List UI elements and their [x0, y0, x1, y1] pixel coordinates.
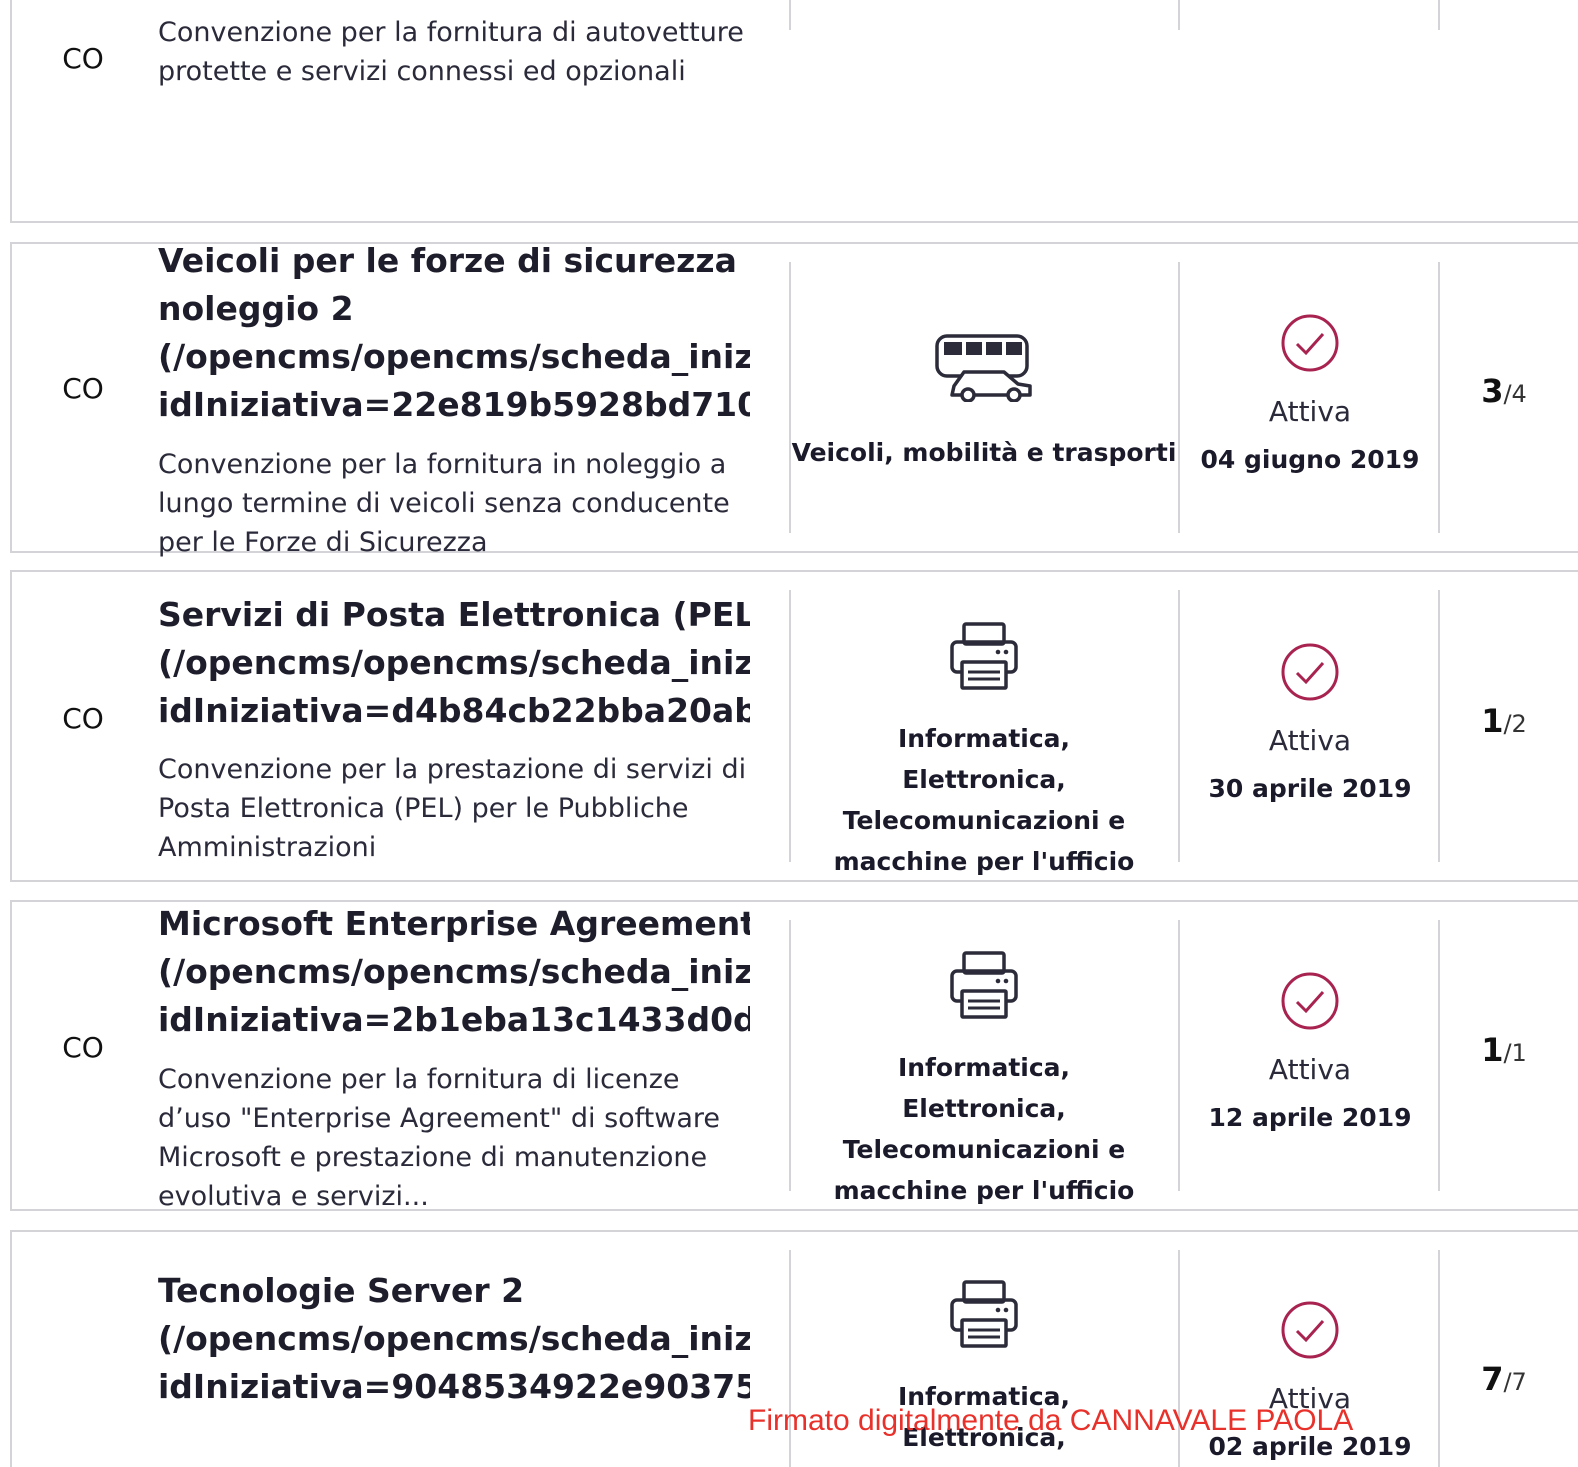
category-label: Veicoli, mobilità e trasporti	[791, 438, 1177, 467]
category-cell: Veicoli, mobilità e trasporti	[790, 332, 1178, 473]
title-line: Microsoft Enterprise Agreement 5	[158, 904, 750, 943]
bus-car-icon	[935, 334, 1032, 402]
lots-count: 7/7	[1440, 1360, 1568, 1398]
status-cell: Attiva 02 aprile 2019	[1180, 1299, 1440, 1467]
title-line: idIniziativa=22e819b5928bd710)	[158, 385, 750, 424]
title-line: idIniziativa=9048534922e90375)	[158, 1367, 750, 1406]
column-divider	[789, 0, 791, 30]
category-cell: Informatica, Elettronica, Telecomunicazi…	[790, 620, 1178, 882]
title-line: (/opencms/opencms/scheda_iniziativa?	[158, 952, 750, 991]
lots-count: 3/4	[1440, 372, 1568, 410]
title-line: (/opencms/opencms/scheda_iniziativa?	[158, 643, 750, 682]
status-label: Attiva	[1268, 724, 1352, 757]
title-line: (/opencms/opencms/scheda_iniziativa?	[158, 337, 750, 376]
title-line: Tecnologie Server 2	[158, 1271, 525, 1310]
initiative-type: CO	[62, 42, 104, 75]
printer-icon	[950, 622, 1018, 690]
title-line: Veicoli per le forze di sicurezza in	[158, 241, 750, 280]
category-label: Informatica, Elettronica, Telecomunicazi…	[833, 724, 1135, 876]
check-circle-icon	[1281, 643, 1339, 701]
lots-count: 1/2	[1440, 702, 1568, 740]
column-divider	[1178, 0, 1180, 30]
check-circle-icon	[1281, 1301, 1339, 1359]
check-circle-icon	[1281, 314, 1339, 372]
initiative-description: Convenzione per la fornitura di licenze …	[158, 1064, 721, 1212]
lots-total: /4	[1503, 380, 1527, 408]
status-date: 04 giugno 2019	[1200, 445, 1420, 474]
title-line: (/opencms/opencms/scheda_iniziativa?	[158, 1319, 750, 1358]
title-line: idIniziativa=d4b84cb22bba20ab)	[158, 691, 750, 730]
initiative-description: Convenzione per la prestazione di serviz…	[158, 754, 747, 863]
status-label: Attiva	[1268, 1053, 1352, 1086]
initiative-description: Convenzione per la fornitura di autovett…	[158, 17, 744, 87]
printer-icon	[950, 1280, 1018, 1348]
initiative-description: Convenzione per la fornitura in noleggio…	[158, 449, 730, 558]
title-line: noleggio 2	[158, 289, 354, 328]
lots-active: 1	[1481, 702, 1504, 740]
title-line: Servizi di Posta Elettronica (PEL)	[158, 595, 750, 634]
check-circle-icon	[1281, 972, 1339, 1030]
status-cell: Attiva 12 aprile 2019	[1180, 970, 1440, 1138]
status-cell: Attiva 04 giugno 2019	[1180, 312, 1440, 480]
lots-total: /2	[1503, 710, 1527, 738]
lots-total: /1	[1503, 1039, 1527, 1067]
lots-count: 1/1	[1440, 1031, 1568, 1069]
lots-total: /7	[1503, 1368, 1527, 1396]
digital-signature-stamp: Firmato digitalmente da CANNAVALE PAOLA	[748, 1404, 1354, 1437]
printer-icon	[950, 951, 1018, 1019]
status-date: 12 aprile 2019	[1208, 1103, 1412, 1132]
initiative-type: CO	[62, 1031, 104, 1064]
initiative-title-link[interactable]: Microsoft Enterprise Agreement 5 (/openc…	[158, 900, 750, 1044]
initiative-title-link[interactable]: Veicoli per le forze di sicurezza in nol…	[158, 237, 750, 429]
status-date: 30 aprile 2019	[1208, 774, 1412, 803]
initiative-type: CO	[62, 372, 104, 405]
column-divider	[1438, 0, 1440, 30]
initiative-type: CO	[62, 702, 104, 735]
category-cell: Informatica, Elettronica, Telecomunicazi…	[790, 949, 1178, 1211]
category-cell: Informatica, Elettronica, Telecomunicazi…	[790, 1278, 1178, 1467]
lots-active: 1	[1481, 1031, 1504, 1069]
initiative-title-link[interactable]: Servizi di Posta Elettronica (PEL) (/ope…	[158, 591, 750, 735]
category-label: Informatica, Elettronica, Telecomunicazi…	[833, 1053, 1135, 1205]
status-label: Attiva	[1268, 395, 1352, 428]
status-cell: Attiva 30 aprile 2019	[1180, 641, 1440, 809]
lots-active: 3	[1481, 372, 1504, 410]
title-line: idIniziativa=2b1eba13c1433d0d)	[158, 1000, 750, 1039]
initiative-title-link[interactable]: Tecnologie Server 2 (/opencms/opencms/sc…	[158, 1267, 750, 1411]
lots-active: 7	[1481, 1360, 1504, 1398]
